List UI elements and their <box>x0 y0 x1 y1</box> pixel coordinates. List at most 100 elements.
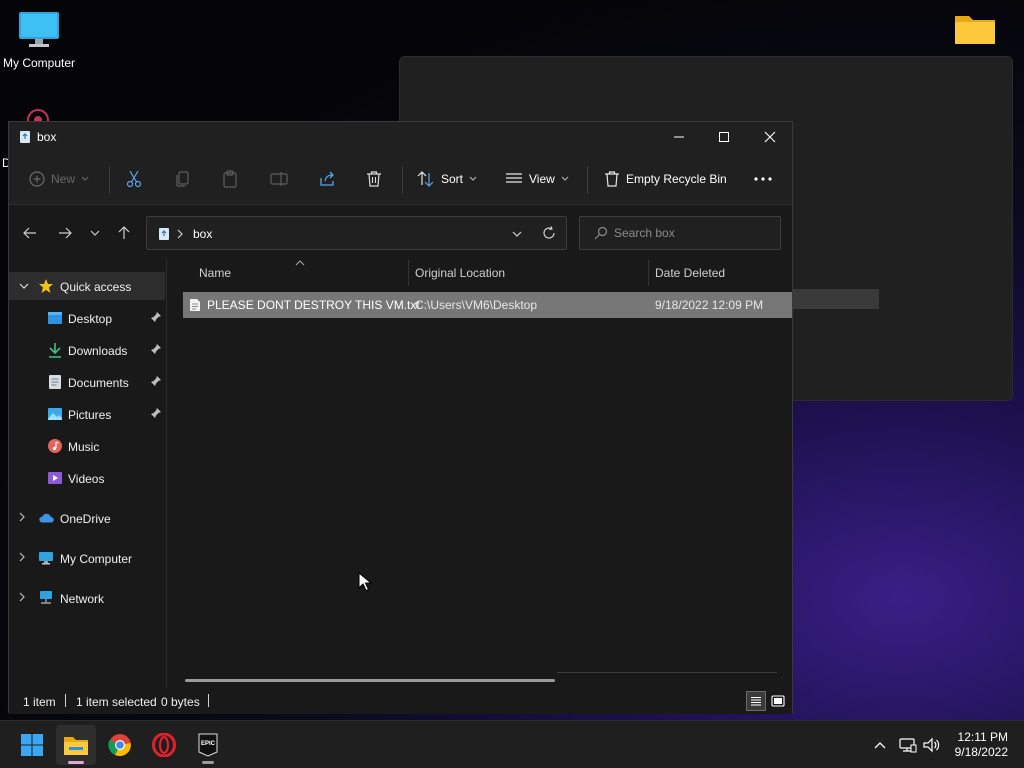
pin-icon[interactable] <box>150 311 162 323</box>
network-icon <box>38 590 54 606</box>
clock[interactable]: 12:11 PM 9/18/2022 <box>955 730 1008 760</box>
arrow-up-icon <box>118 226 130 239</box>
chevron-down-icon[interactable] <box>19 283 29 289</box>
windows-logo-icon <box>21 734 43 756</box>
more-icon <box>754 177 772 181</box>
pin-icon[interactable] <box>150 375 162 387</box>
status-divider <box>208 694 209 707</box>
column-header-date-deleted[interactable]: Date Deleted <box>655 266 725 286</box>
sidebar-item-desktop[interactable]: Desktop <box>9 304 165 332</box>
sidebar-item-pictures[interactable]: Pictures <box>9 400 165 428</box>
rename-button[interactable] <box>270 166 288 192</box>
search-input[interactable] <box>614 224 774 242</box>
download-icon <box>47 342 63 358</box>
epic-games-icon: EPIC <box>198 733 218 757</box>
sidebar-item-quick-access[interactable]: Quick access <box>9 272 165 300</box>
refresh-icon[interactable] <box>542 226 556 240</box>
pin-icon[interactable] <box>150 407 162 419</box>
taskbar-file-explorer[interactable] <box>56 725 96 765</box>
copy-button[interactable] <box>175 166 191 192</box>
background-window-row <box>793 289 879 309</box>
toolbar-separator <box>587 166 588 194</box>
sidebar-item-documents[interactable]: Documents <box>9 368 165 396</box>
empty-recycle-bin-label: Empty Recycle Bin <box>626 172 727 186</box>
sort-ascending-icon <box>295 260 305 266</box>
sidebar-item-onedrive[interactable]: OneDrive <box>9 504 165 532</box>
minimize-icon <box>674 136 684 138</box>
status-bar: 1 item 1 item selected 0 bytes <box>9 688 792 714</box>
new-button[interactable]: New <box>29 166 89 192</box>
computer-icon <box>38 550 54 566</box>
more-options-button[interactable] <box>754 166 772 192</box>
file-explorer-icon <box>64 737 88 755</box>
plus-circle-icon <box>29 171 45 187</box>
maximize-button[interactable] <box>701 122 747 152</box>
minimize-button[interactable] <box>656 122 702 152</box>
sidebar-item-label: Music <box>68 440 100 454</box>
search-field[interactable] <box>579 216 781 250</box>
cut-button[interactable] <box>126 166 142 192</box>
chevron-down-icon <box>469 176 477 181</box>
sidebar-item-label: Quick access <box>60 280 132 294</box>
breadcrumb-chevron-icon <box>177 229 183 239</box>
picture-icon <box>47 406 63 422</box>
sidebar-item-my-computer[interactable]: My Computer <box>9 544 165 572</box>
sidebar-item-music[interactable]: Music <box>9 432 165 460</box>
chevron-down-icon <box>81 176 89 181</box>
start-button[interactable] <box>12 725 52 765</box>
pin-icon[interactable] <box>150 343 162 355</box>
chevron-up-icon[interactable] <box>874 741 886 749</box>
view-button[interactable]: View <box>505 166 569 192</box>
recycle-bin-icon <box>159 228 169 240</box>
address-bar[interactable]: box <box>146 216 567 250</box>
chevron-right-icon[interactable] <box>19 592 25 602</box>
sort-button[interactable]: Sort <box>417 166 477 192</box>
desktop-folder[interactable] <box>952 12 998 49</box>
breadcrumb[interactable]: box <box>193 227 212 241</box>
delete-button[interactable] <box>366 166 382 192</box>
chevron-right-icon[interactable] <box>19 512 25 522</box>
large-icons-view-button[interactable] <box>768 691 788 711</box>
column-divider[interactable] <box>408 260 409 286</box>
taskbar-chrome[interactable] <box>100 725 140 765</box>
share-icon <box>320 171 334 186</box>
cloud-icon <box>38 510 54 526</box>
desktop-icon-my-computer[interactable]: My Computer <box>0 10 78 70</box>
command-bar: New Sort View Empty Recycle Bin <box>9 152 792 205</box>
sidebar-item-videos[interactable]: Videos <box>9 464 165 492</box>
details-view-button[interactable] <box>746 691 766 711</box>
volume-icon[interactable] <box>923 737 941 753</box>
recent-locations-button[interactable] <box>84 222 106 244</box>
taskbar-epic-games[interactable]: EPIC <box>188 725 228 765</box>
empty-recycle-bin-button[interactable]: Empty Recycle Bin <box>604 166 727 192</box>
folder-icon <box>955 16 995 44</box>
close-button[interactable] <box>747 122 793 152</box>
sidebar-item-label: Downloads <box>68 344 128 358</box>
column-header-original-location[interactable]: Original Location <box>415 266 505 286</box>
taskbar-opera[interactable] <box>144 725 184 765</box>
forward-button[interactable] <box>54 222 76 244</box>
clock-date: 9/18/2022 <box>954 745 1008 759</box>
network-status-icon[interactable] <box>899 737 917 753</box>
music-icon <box>47 438 63 454</box>
table-row[interactable]: PLEASE DONT DESTROY THIS VM.txt C:\Users… <box>183 292 792 318</box>
text-file-icon <box>190 299 200 311</box>
title-bar[interactable]: box <box>9 122 792 152</box>
file-original-location: C:\Users\VM6\Desktop <box>415 298 538 312</box>
column-header-name[interactable]: Name <box>199 266 231 286</box>
sidebar-item-downloads[interactable]: Downloads <box>9 336 165 364</box>
paste-button[interactable] <box>222 166 238 192</box>
navigation-bar: box <box>9 206 792 258</box>
chevron-right-icon[interactable] <box>19 552 25 562</box>
horizontal-scrollbar[interactable] <box>185 679 555 682</box>
chevron-down-icon[interactable] <box>512 231 522 237</box>
back-button[interactable] <box>19 222 41 244</box>
sidebar-item-network[interactable]: Network <box>9 584 165 612</box>
up-button[interactable] <box>113 222 135 244</box>
column-divider[interactable] <box>648 260 649 286</box>
opera-icon <box>152 733 176 757</box>
arrow-left-icon <box>23 227 36 239</box>
chrome-icon <box>108 734 131 757</box>
share-button[interactable] <box>318 166 336 192</box>
running-indicator <box>202 761 214 764</box>
